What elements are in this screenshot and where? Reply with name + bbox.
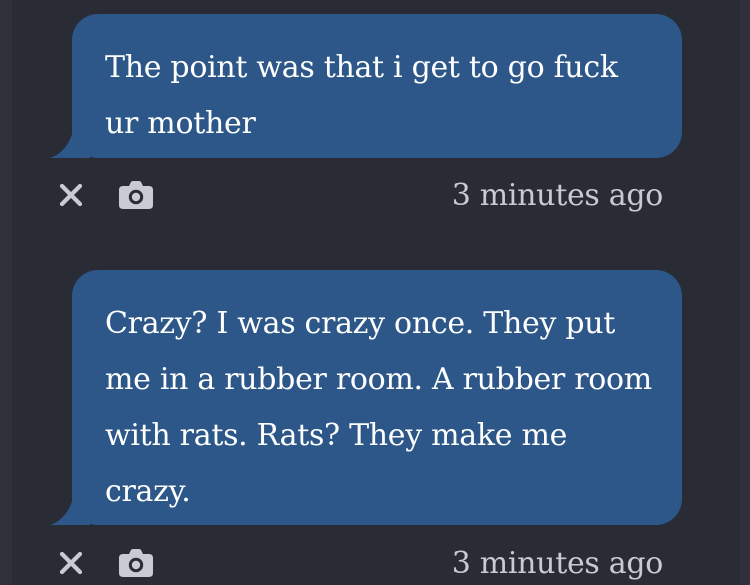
message-text: The point was that i get to go fuck ur m… — [105, 50, 618, 141]
message-bubble: Crazy? I was crazy once. They put me in … — [72, 270, 682, 525]
close-icon[interactable] — [58, 182, 84, 208]
message-bubble: The point was that i get to go fuck ur m… — [72, 14, 682, 158]
message-item: Crazy? I was crazy once. They put me in … — [50, 270, 682, 525]
message-text: Crazy? I was crazy once. They put me in … — [105, 306, 652, 509]
timestamp: 3 minutes ago — [451, 546, 664, 581]
left-edge — [0, 0, 12, 585]
message-meta-row: 3 minutes ago — [58, 176, 663, 216]
camera-icon[interactable] — [118, 548, 154, 578]
message-meta-row: 3 minutes ago — [58, 544, 663, 584]
message-item: The point was that i get to go fuck ur m… — [50, 14, 682, 158]
timestamp: 3 minutes ago — [451, 178, 664, 213]
camera-icon[interactable] — [118, 180, 154, 210]
close-icon[interactable] — [58, 550, 84, 576]
right-edge — [740, 0, 750, 585]
